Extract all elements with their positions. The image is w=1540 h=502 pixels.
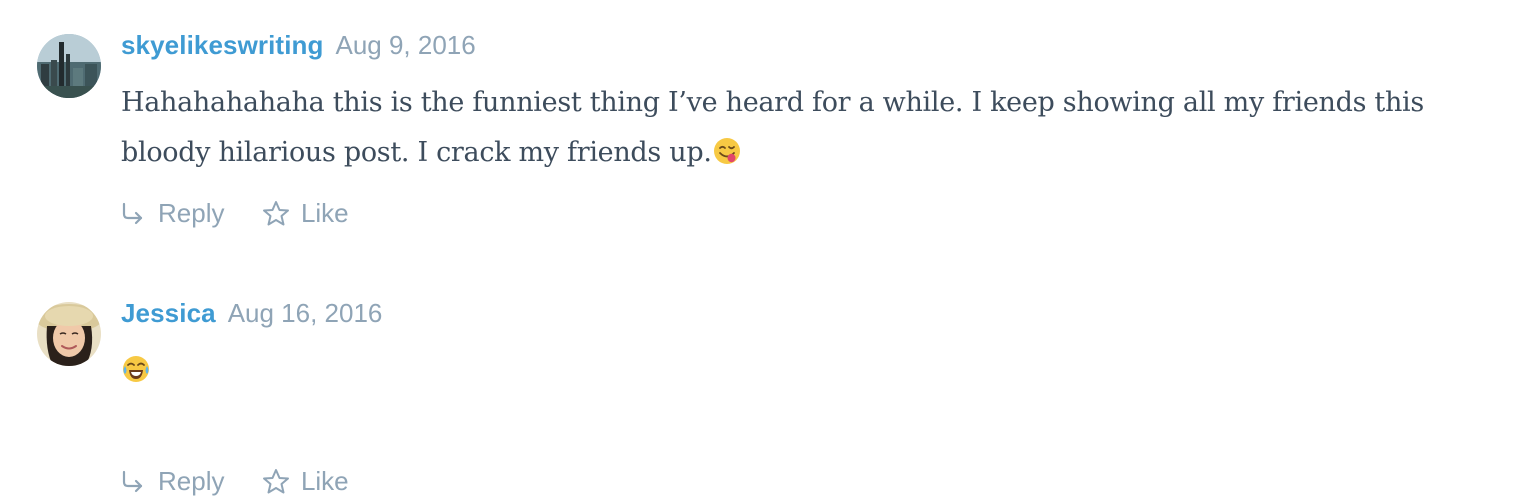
- face-savoring-food-icon: [712, 136, 742, 166]
- face-with-tears-of-joy-icon: [121, 354, 151, 384]
- comment-actions: Reply Like: [118, 466, 381, 502]
- author-link[interactable]: Jessica: [121, 298, 216, 328]
- reply-button[interactable]: Reply: [118, 198, 224, 229]
- reply-label: Reply: [158, 198, 225, 228]
- comment-meta: Jessica Aug 16, 2016: [121, 298, 382, 329]
- author-link[interactable]: skyelikeswriting: [121, 30, 323, 60]
- avatar[interactable]: [37, 302, 101, 366]
- comment-body: [121, 346, 1511, 396]
- comment-body: Hahahahahaha this is the funniest thing …: [121, 78, 1511, 178]
- like-button[interactable]: Like: [261, 198, 349, 229]
- like-label: Like: [300, 198, 349, 228]
- reply-arrow-icon: [118, 199, 148, 229]
- avatar[interactable]: [37, 34, 101, 98]
- star-icon: [261, 199, 291, 229]
- comment-date[interactable]: Aug 9, 2016: [335, 30, 475, 60]
- comment-text: Hahahahahaha this is the funniest thing …: [121, 87, 1424, 168]
- comment-date[interactable]: Aug 16, 2016: [228, 298, 383, 328]
- comment-meta: skyelikeswriting Aug 9, 2016: [121, 30, 476, 61]
- comment-actions: Reply Like: [118, 198, 381, 234]
